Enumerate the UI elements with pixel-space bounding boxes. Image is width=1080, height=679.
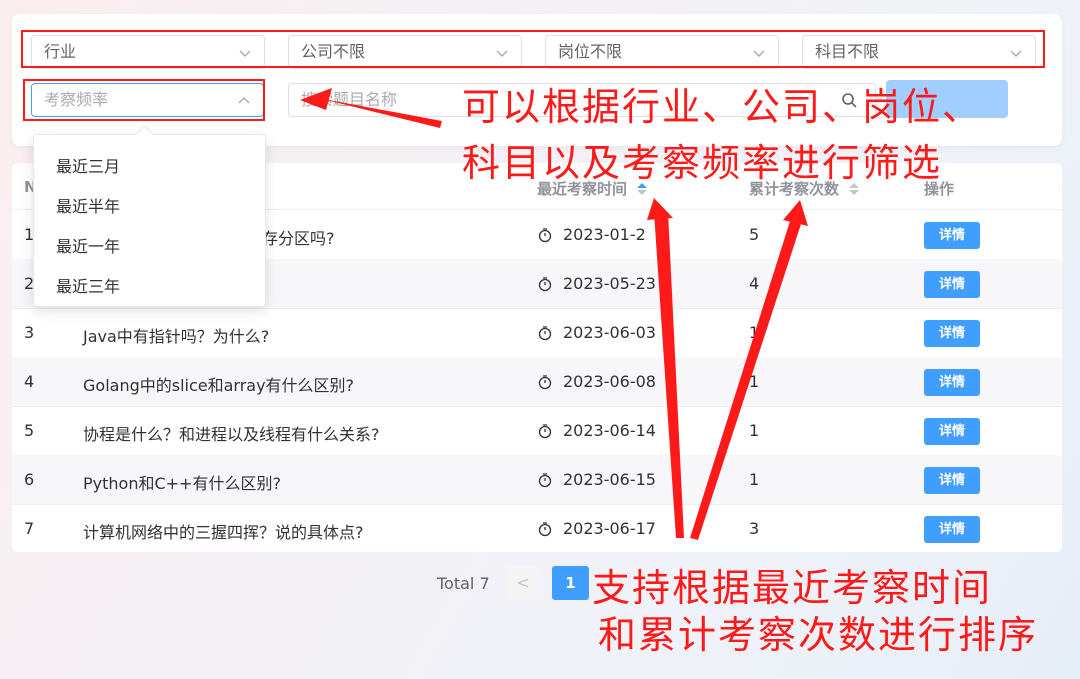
- table-row: 7 计算机网络中的三握四挥？说的具体点? 2023-06-17 3 详情: [12, 504, 1062, 552]
- subject-select-label: 科目不限: [815, 42, 880, 61]
- row-count: 3: [749, 519, 760, 538]
- detail-button[interactable]: 详情: [924, 271, 980, 298]
- detail-button[interactable]: 详情: [924, 418, 980, 445]
- detail-button[interactable]: 详情: [924, 222, 980, 249]
- row-title[interactable]: Java中有指针吗？为什么?: [83, 323, 269, 347]
- row-count: 1: [749, 372, 760, 391]
- row-title[interactable]: 计算机网络中的三握四挥？说的具体点?: [83, 519, 364, 543]
- row-title[interactable]: Python和C++有什么区别?: [83, 470, 281, 494]
- pagination-page-1[interactable]: 1: [552, 566, 589, 600]
- table-row: 3 Java中有指针吗？为什么? 2023-06-03 1 详情: [12, 308, 1062, 358]
- row-time-value: 2023-06-14: [563, 421, 656, 440]
- row-number: 7: [24, 519, 35, 538]
- company-select-label: 公司不限: [301, 42, 366, 61]
- timer-icon: [538, 424, 552, 439]
- annotation-sort-line1: 支持根据最近考察时间: [592, 566, 993, 610]
- row-title[interactable]: 存分区吗?: [262, 225, 335, 249]
- row-time: 2023-06-15: [537, 470, 656, 489]
- table-row: 6 Python和C++有什么区别? 2023-06-15 1 详情: [12, 455, 1062, 505]
- row-number: 5: [24, 421, 35, 440]
- timer-icon: [538, 473, 552, 488]
- detail-button[interactable]: 详情: [924, 467, 980, 494]
- chevron-up-icon: [238, 97, 250, 104]
- row-time-value: 2023-01-2: [563, 225, 646, 244]
- table-row: 4 Golang中的slice和array有什么区别? 2023-06-08 1 详情: [12, 357, 1062, 407]
- chevron-down-icon: [496, 50, 508, 57]
- frequency-option[interactable]: 最近三年: [56, 273, 120, 297]
- timer-icon: [538, 228, 552, 243]
- row-count: 4: [749, 274, 760, 293]
- frequency-select-label: 考察频率: [44, 90, 109, 109]
- timer-icon: [538, 326, 552, 341]
- position-select[interactable]: 岗位不限: [545, 35, 779, 69]
- row-time: 2023-06-03: [537, 323, 656, 342]
- row-count: 1: [749, 421, 760, 440]
- row-count: 1: [749, 470, 760, 489]
- row-time-value: 2023-06-08: [563, 372, 656, 391]
- pagination-total: Total 7: [437, 574, 490, 593]
- detail-button[interactable]: 详情: [924, 369, 980, 396]
- frequency-select[interactable]: 考察频率: [31, 83, 264, 117]
- chevron-down-icon: [753, 50, 765, 57]
- chevron-down-icon: [1010, 50, 1022, 57]
- detail-button[interactable]: 详情: [924, 320, 980, 347]
- row-time-value: 2023-06-03: [563, 323, 656, 342]
- row-title[interactable]: 协程是什么？和进程以及线程有什么关系?: [83, 421, 380, 445]
- row-time: 2023-05-23: [537, 274, 656, 293]
- search-placeholder: 搜索题目名称: [301, 90, 398, 109]
- industry-select-label: 行业: [44, 42, 77, 61]
- table-row: 5 协程是什么？和进程以及线程有什么关系? 2023-06-14 1 详情: [12, 406, 1062, 456]
- row-time: 2023-06-08: [537, 372, 656, 391]
- row-time-value: 2023-06-17: [563, 519, 656, 538]
- row-number: 4: [24, 372, 35, 391]
- timer-icon: [538, 522, 552, 537]
- frequency-option[interactable]: 最近一年: [56, 233, 120, 257]
- row-time: 2023-01-2: [537, 225, 646, 244]
- row-time-value: 2023-05-23: [563, 274, 656, 293]
- subject-select[interactable]: 科目不限: [802, 35, 1036, 69]
- row-count: 5: [749, 225, 760, 244]
- annotation-sort-line2: 和累计考察次数进行排序: [598, 613, 1039, 657]
- position-select-label: 岗位不限: [558, 42, 623, 61]
- timer-icon: [538, 277, 552, 292]
- row-title[interactable]: Golang中的slice和array有什么区别?: [83, 372, 354, 396]
- annotation-filter-line1: 可以根据行业、公司、岗位、: [462, 85, 983, 129]
- timer-icon: [538, 375, 552, 390]
- annotation-filter-line2: 科目以及考察频率进行筛选: [462, 141, 943, 185]
- row-number: 3: [24, 323, 35, 342]
- company-select[interactable]: 公司不限: [288, 35, 522, 69]
- detail-button[interactable]: 详情: [924, 516, 980, 543]
- pagination-prev-button[interactable]: <: [506, 566, 540, 600]
- row-time: 2023-06-17: [537, 519, 656, 538]
- row-number: 6: [24, 470, 35, 489]
- row-count: 1: [749, 323, 760, 342]
- frequency-dropdown: 最近三月 最近半年 最近一年 最近三年: [33, 125, 266, 307]
- frequency-option[interactable]: 最近半年: [56, 193, 120, 217]
- frequency-option[interactable]: 最近三月: [56, 153, 120, 177]
- row-time: 2023-06-14: [537, 421, 656, 440]
- industry-select[interactable]: 行业: [31, 35, 265, 69]
- row-time-value: 2023-06-15: [563, 470, 656, 489]
- chevron-down-icon: [239, 50, 251, 57]
